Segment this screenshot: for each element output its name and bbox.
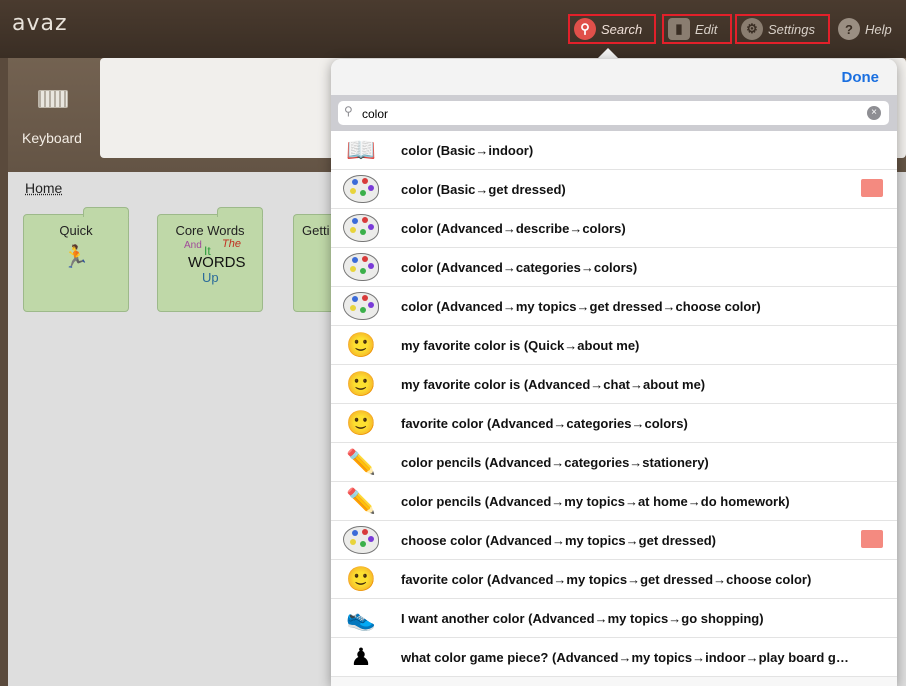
search-input[interactable] <box>360 104 864 123</box>
palette-icon <box>341 289 381 323</box>
search-result-text: color (Advanced→describe→colors) <box>401 220 626 236</box>
word-and: And <box>184 240 202 251</box>
folder-icon <box>861 179 883 197</box>
core-words-icon: And It The WORDS Up <box>158 238 262 288</box>
magnifier-icon: ⚲ <box>344 104 353 118</box>
search-result-row[interactable]: ✏️ color pencils (Advanced→my topics→at h… <box>331 482 897 521</box>
keyboard-button[interactable]: Keyboard <box>8 58 98 162</box>
search-result-row[interactable]: 📖 color (Basic→indoor) <box>331 131 897 170</box>
book-icon: 📖 <box>346 136 376 164</box>
search-field-container: ⚲ × <box>338 101 889 125</box>
palette-icon <box>341 250 381 284</box>
search-result-row[interactable]: ✏️ color pencils (Advanced→categories→sta… <box>331 443 897 482</box>
search-result-text: my favorite color is (Advanced→chat→abou… <box>401 376 706 392</box>
folder-icon <box>861 530 883 548</box>
done-button[interactable]: Done <box>842 69 880 86</box>
keyboard-icon <box>38 90 68 108</box>
help-button[interactable]: ? Help <box>834 14 900 44</box>
folder-label: Core Words <box>175 223 245 238</box>
settings-button[interactable]: ⚙ Settings <box>735 14 830 44</box>
search-result-row[interactable]: choose color (Advanced→my topics→get dre… <box>331 521 897 560</box>
search-result-text: favorite color (Advanced→my topics→get d… <box>401 571 812 587</box>
help-icon: ? <box>838 18 860 40</box>
search-popover: Done ⚲ × 📖 color (Basic→indoor) color (Bas… <box>331 59 897 686</box>
search-result-text: I want another color (Advanced→my topics… <box>401 610 764 626</box>
gear-icon: ⚙ <box>741 18 763 40</box>
game-pieces-icon: ♟ <box>350 643 372 671</box>
search-result-text: color (Advanced→my topics→get dressed→ch… <box>401 298 761 314</box>
word-up: Up <box>202 270 219 285</box>
search-result-text: what color game piece? (Advanced→my topi… <box>401 649 849 665</box>
edit-button-label: Edit <box>695 21 718 37</box>
shoes-icon: 👟 <box>346 604 376 632</box>
pencils-icon: ✏️ <box>346 448 376 476</box>
search-bar: ⚲ × <box>331 95 897 131</box>
folder-label: Quick <box>59 223 93 238</box>
search-result-text: my favorite color is (Quick→about me) <box>401 337 640 353</box>
person-icon: 🙂 <box>346 565 376 593</box>
search-result-row[interactable]: 🙂 my favorite color is (Advanced→chat→abo… <box>331 365 897 404</box>
palette-icon <box>341 523 381 557</box>
search-result-row[interactable]: color (Advanced→describe→colors) <box>331 209 897 248</box>
search-result-row[interactable]: 🙂 favorite color (Advanced→my topics→get … <box>331 560 897 599</box>
app-logo: avaz <box>12 11 68 36</box>
popover-header: Done <box>331 59 897 95</box>
search-result-row[interactable]: 👟 I want another color (Advanced→my topic… <box>331 599 897 638</box>
person-icon: 🙂 <box>346 370 376 398</box>
person-icon: 🙂 <box>346 409 376 437</box>
folder-quick[interactable]: Quick 🏃 <box>23 207 129 312</box>
search-result-text: color (Advanced→categories→colors) <box>401 259 638 275</box>
person-icon: 🙂 <box>346 331 376 359</box>
clear-search-icon[interactable]: × <box>867 106 881 120</box>
palette-icon <box>341 172 381 206</box>
search-button-label: Search <box>601 21 643 37</box>
top-bar: avaz ⚲ Search ▮ Edit ⚙ Settings ? Help <box>0 0 906 58</box>
folder-core-words[interactable]: Core Words And It The WORDS Up <box>157 207 263 312</box>
pencils-icon: ✏️ <box>346 487 376 515</box>
search-results-list: 📖 color (Basic→indoor) color (Basic→get dr… <box>331 131 897 677</box>
help-button-label: Help <box>865 21 892 37</box>
search-icon: ⚲ <box>574 18 596 40</box>
search-result-row[interactable]: ♟ what color game piece? (Advanced→my top… <box>331 638 897 677</box>
search-result-text: favorite color (Advanced→categories→colo… <box>401 415 688 431</box>
breadcrumb-home[interactable]: Home <box>25 180 62 196</box>
edit-button[interactable]: ▮ Edit <box>662 14 732 44</box>
folder-tab <box>83 207 129 217</box>
search-result-row[interactable]: 🙂 favorite color (Advanced→categories→col… <box>331 404 897 443</box>
word-the: The <box>222 238 241 250</box>
palette-icon <box>341 211 381 245</box>
keyboard-label: Keyboard <box>22 130 82 146</box>
search-result-row[interactable]: color (Advanced→my topics→get dressed→ch… <box>331 287 897 326</box>
search-result-text: color (Basic→get dressed) <box>401 181 566 197</box>
search-result-text: color pencils (Advanced→my topics→at hom… <box>401 493 790 509</box>
search-button[interactable]: ⚲ Search <box>568 14 656 44</box>
search-result-row[interactable]: 🙂 my favorite color is (Quick→about me) <box>331 326 897 365</box>
search-result-row[interactable]: color (Basic→get dressed) <box>331 170 897 209</box>
search-result-text: choose color (Advanced→my topics→get dre… <box>401 532 716 548</box>
search-result-row[interactable]: color (Advanced→categories→colors) <box>331 248 897 287</box>
search-result-text: color (Basic→indoor) <box>401 142 534 158</box>
edit-icon: ▮ <box>668 18 690 40</box>
settings-button-label: Settings <box>768 21 815 37</box>
folder-tab <box>217 207 263 217</box>
word-words: WORDS <box>188 254 246 271</box>
running-figures-icon: 🏃 <box>62 244 90 269</box>
search-result-text: color pencils (Advanced→categories→stati… <box>401 454 709 470</box>
